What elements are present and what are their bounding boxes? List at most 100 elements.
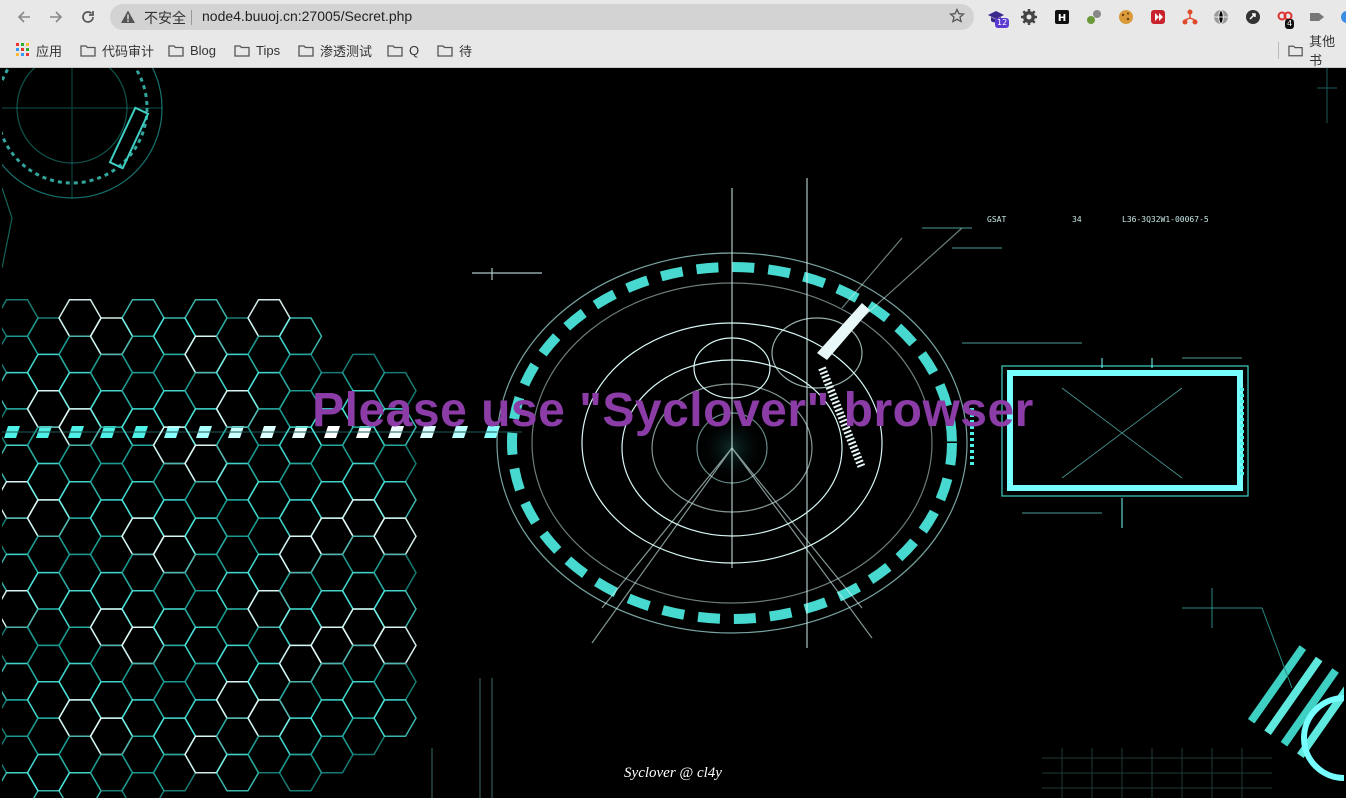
hexagon-cell (184, 335, 228, 374)
arrow-right-icon (50, 11, 63, 23)
bookmark-folder[interactable]: 待 (437, 41, 472, 59)
bookmark-folder[interactable]: Blog (168, 41, 216, 59)
extension-tool[interactable] (1085, 8, 1103, 26)
hexagon-cell (152, 499, 197, 537)
extension-red-play[interactable] (1149, 8, 1167, 26)
hexagon-cell (121, 662, 165, 701)
hexagon-cell (247, 553, 291, 592)
hexagon-cell (247, 444, 291, 483)
back-button[interactable] (14, 7, 34, 27)
hud-label: GSAT (987, 215, 1006, 224)
bookmark-label: 渗透测试 (320, 43, 373, 59)
hexagon-cell (152, 571, 197, 610)
hexagon-cell (341, 499, 386, 537)
hexagon-cell (26, 644, 71, 683)
hexagon-cell (215, 535, 260, 574)
hexagon-cell (121, 335, 165, 374)
hexagon-cell (373, 553, 417, 592)
bookmark-star-icon[interactable] (949, 8, 965, 24)
hexagon-cell (215, 317, 260, 356)
hexagon-cell (184, 517, 228, 556)
extension-cut-off[interactable] (1338, 8, 1346, 26)
extension-circle-arrow[interactable] (1244, 8, 1262, 26)
hexagon-cell (2, 480, 39, 519)
extension-link[interactable]: 4 (1276, 8, 1295, 29)
extension-gear[interactable] (1020, 8, 1038, 26)
globe-icon (1214, 9, 1228, 25)
extension-globe[interactable] (1212, 8, 1230, 26)
bookmark-folder[interactable]: 代码审计 (80, 41, 154, 59)
hexagon-cell (121, 480, 165, 519)
hexagon-cell (121, 444, 165, 483)
page-viewport: GSAT 34 L36-3Q32W1-00067-5 Please use "S… (2, 68, 1344, 798)
right-panel-frame (922, 227, 1249, 528)
hexagon-cell (184, 444, 228, 483)
hexagon-cell (215, 608, 260, 647)
hexagon-cell (247, 699, 291, 738)
bookmark-folder[interactable]: Tips (234, 41, 280, 59)
hexagon-cell (247, 480, 291, 519)
hexagon-cell (278, 462, 323, 501)
folder-icon (80, 44, 96, 57)
hexagon-cell (26, 499, 71, 537)
hexagon-cell (121, 626, 165, 665)
bookmark-folder[interactable]: 渗透测试 (298, 41, 372, 59)
hexagon-cell (247, 299, 291, 337)
hexagon-cell (26, 535, 71, 574)
omnibox-divider (191, 10, 192, 25)
bookmark-folder[interactable]: Q (387, 41, 419, 59)
extension-arrow[interactable] (1308, 8, 1326, 26)
circle-arrow-icon (1246, 10, 1260, 24)
hexagon-cell (121, 553, 165, 592)
hexagon-cell (278, 535, 323, 574)
bookmark-apps[interactable]: 应用 (16, 41, 62, 59)
bookmarks-divider (1278, 42, 1279, 59)
hexagon-cell (278, 608, 323, 647)
hexagon-cell (2, 699, 39, 738)
hexagon-cell (152, 608, 197, 647)
hexagon-cell (58, 662, 102, 701)
hexagon-cell (26, 608, 71, 647)
hexagon-cell (278, 680, 323, 719)
hexagon-cell (89, 499, 134, 537)
hexagon-cell (2, 590, 39, 628)
bookmark-other[interactable]: 其他书 (1288, 34, 1346, 68)
hexagon-cell (89, 644, 134, 683)
hexagon-cell (278, 717, 323, 756)
hexagon-cell (2, 662, 39, 701)
extension-h[interactable]: H (1053, 8, 1071, 26)
hexagon-cell (247, 517, 291, 556)
bookmark-label: 待 (459, 43, 473, 59)
hexagon-cell (26, 317, 71, 356)
folder-icon (437, 44, 453, 57)
gear-icon (1021, 9, 1037, 25)
hexagon-cell (310, 662, 354, 701)
hexagon-cell (278, 317, 323, 356)
reload-button[interactable] (78, 7, 98, 27)
extension-badge: 4 (1285, 19, 1295, 29)
hexagon-cell (278, 499, 323, 537)
extension-cookie[interactable] (1117, 8, 1135, 26)
extension-network[interactable] (1181, 8, 1199, 26)
hexagon-cell (184, 626, 228, 665)
cookie-icon (1119, 10, 1133, 24)
bookmark-label: Blog (190, 42, 217, 58)
hexagon-cell (373, 517, 417, 556)
extension-graduation-cap[interactable]: 12 (987, 8, 1010, 28)
hud-label: 34 (1072, 215, 1082, 224)
bookmark-label: Tips (256, 42, 281, 58)
url-text[interactable]: node4.buuoj.cn:27005/Secret.php (202, 8, 412, 24)
hexagon-cell (26, 680, 71, 719)
hexagon-grid (2, 299, 417, 798)
forward-button[interactable] (46, 7, 66, 27)
hexagon-cell (341, 462, 386, 501)
hexagon-cell (121, 590, 165, 628)
top-left-radar (2, 68, 163, 269)
address-bar[interactable]: 不安全 node4.buuoj.cn:27005/Secret.php (110, 4, 974, 30)
security-label[interactable]: 不安全 (144, 8, 186, 28)
hexagon-cell (310, 517, 354, 556)
hexagon-cell (152, 717, 197, 756)
hexagon-cell (215, 571, 260, 610)
h-logo-icon: H (1055, 10, 1069, 24)
hexagon-cell (2, 517, 39, 556)
